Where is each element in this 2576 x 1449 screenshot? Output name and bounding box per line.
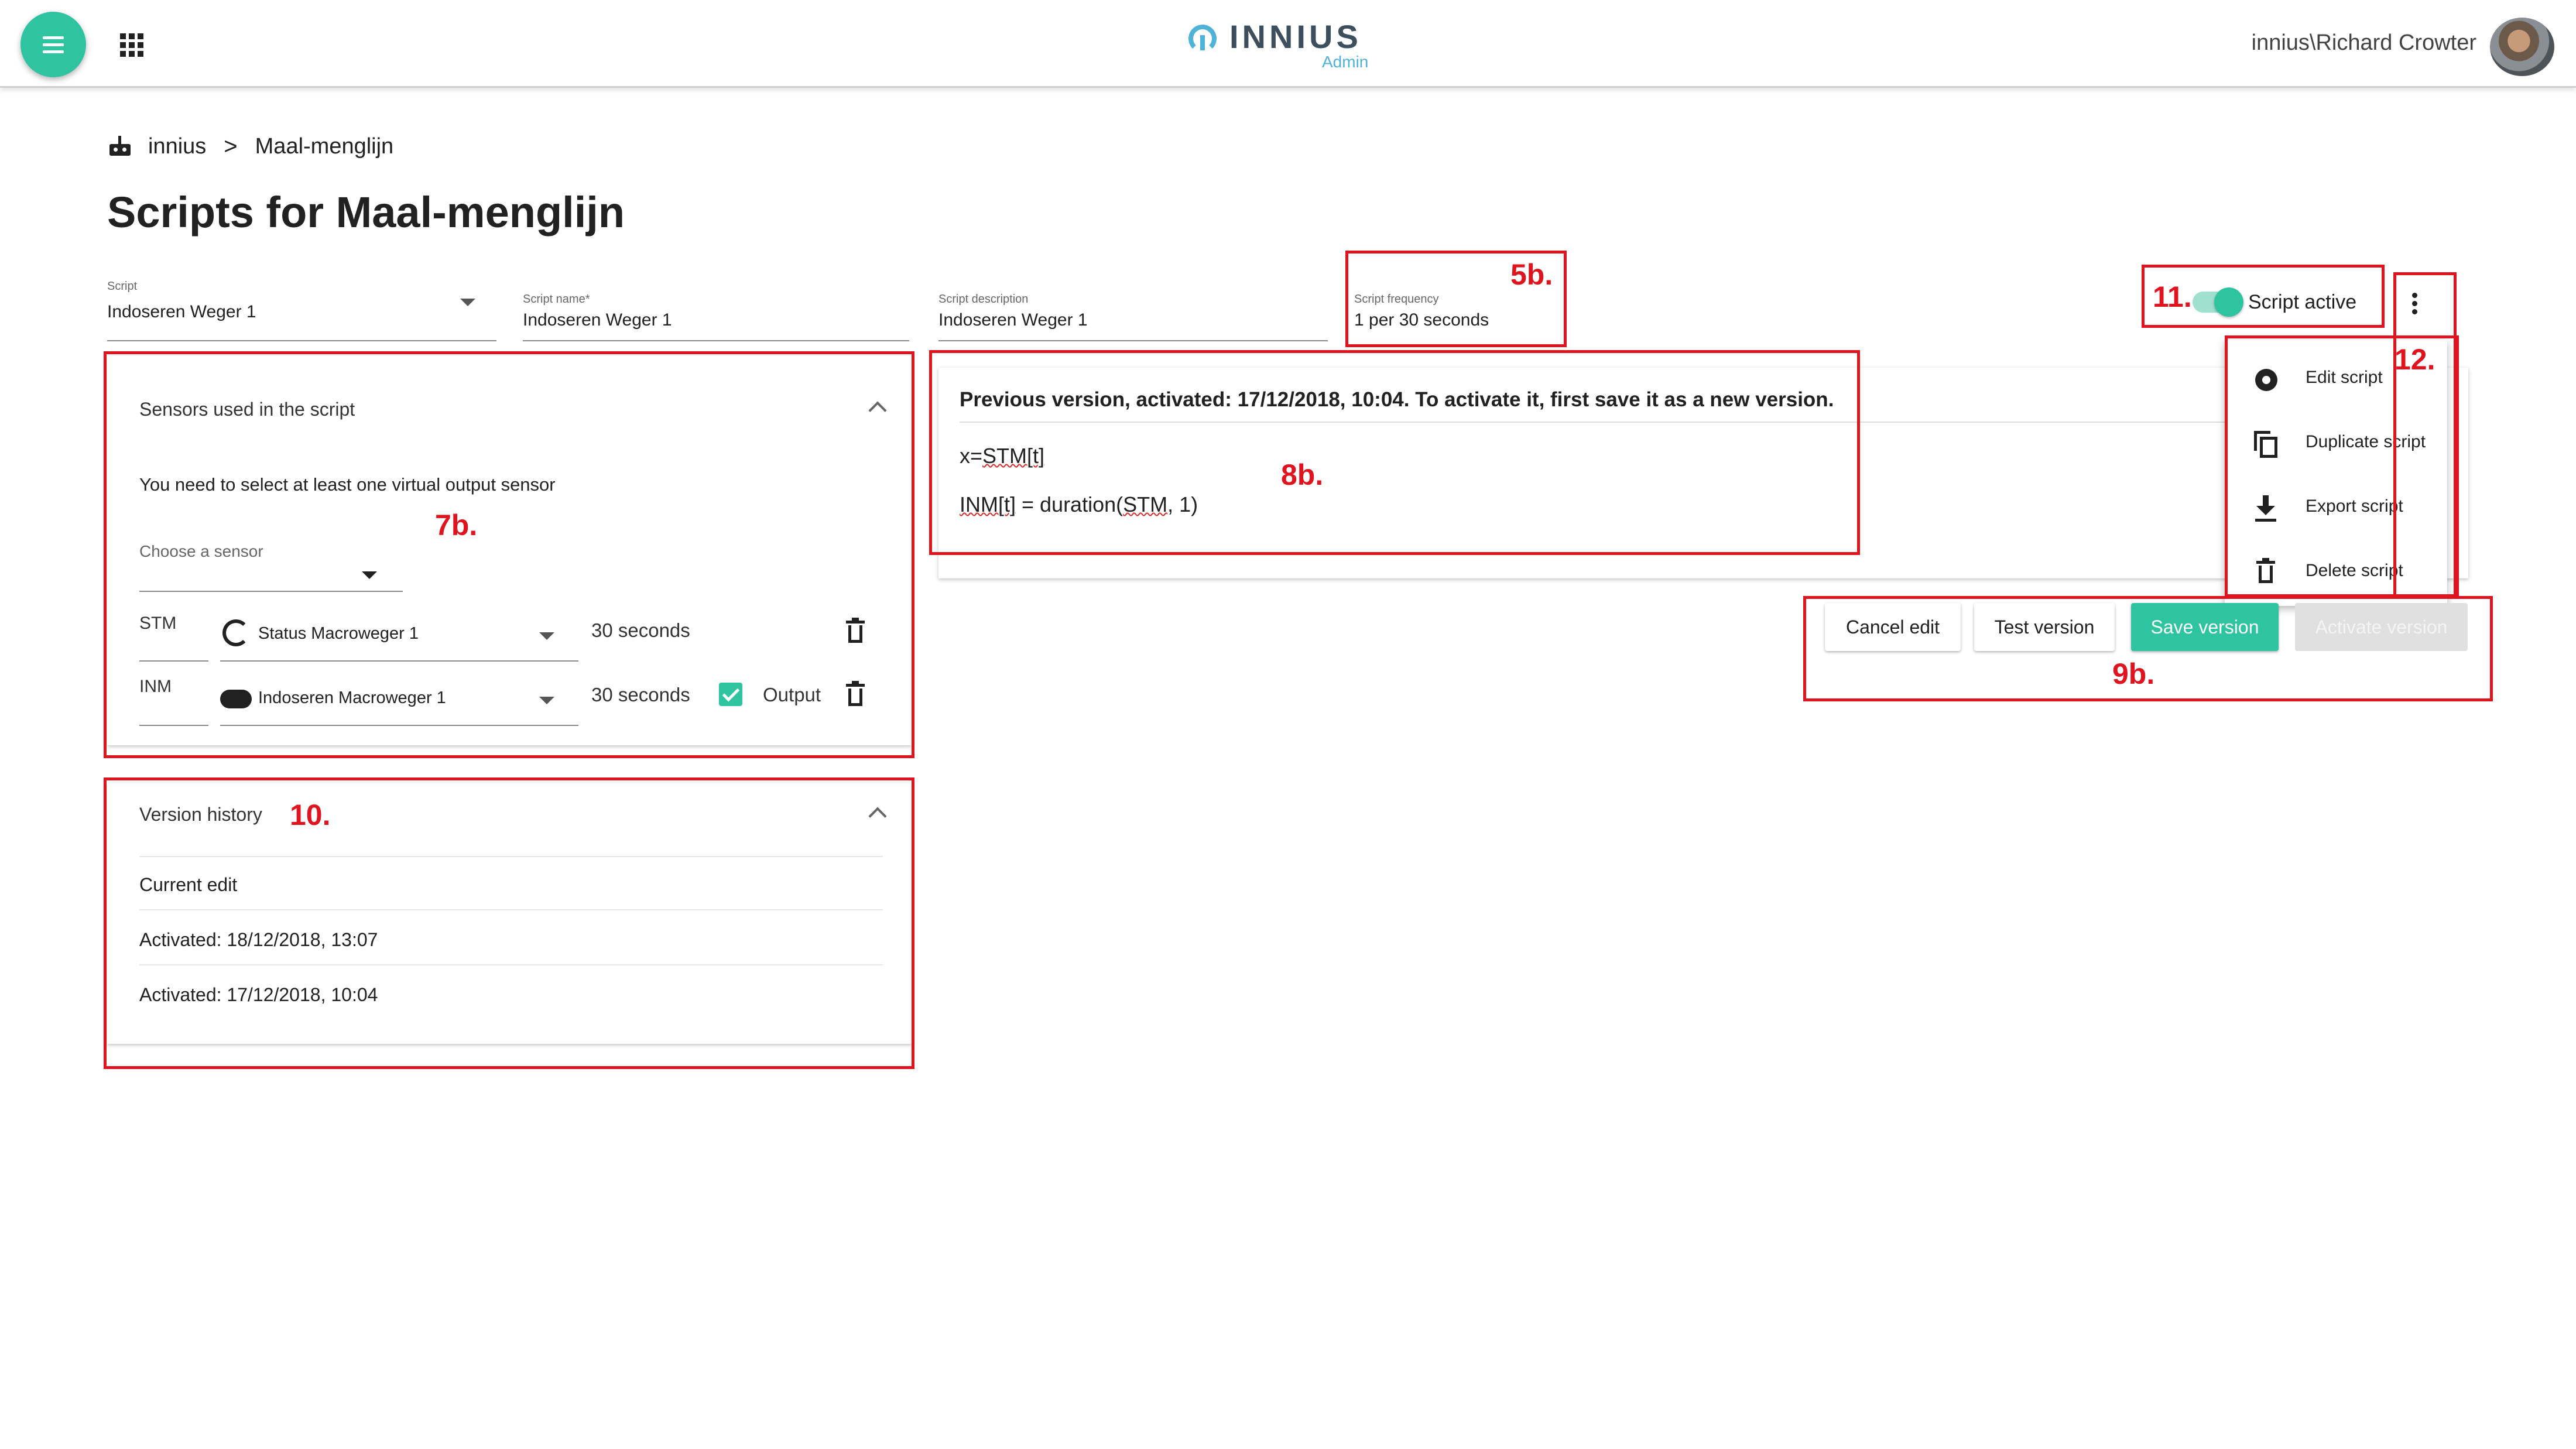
logo-mark-icon — [1188, 25, 1217, 53]
script-description-label: Script description — [938, 293, 1029, 306]
script-select[interactable]: Script Indoseren Weger 1 — [107, 280, 496, 341]
avatar[interactable] — [2490, 18, 2554, 76]
logo-sub: Admin — [1322, 53, 1369, 71]
breadcrumb-root[interactable]: innius — [148, 134, 206, 159]
annotation-box-8b — [929, 350, 1860, 555]
menu-icon[interactable] — [20, 12, 86, 77]
annotation-label-9b: 9b. — [2112, 657, 2155, 690]
breadcrumb-separator-icon: > — [224, 133, 238, 159]
annotation-label-11: 11. — [2153, 280, 2192, 313]
annotation-box-7b — [104, 351, 914, 758]
chevron-down-icon[interactable] — [460, 299, 475, 306]
apps-grid-icon[interactable] — [120, 33, 143, 57]
page-title: Scripts for Maal-menglijn — [107, 188, 625, 237]
breadcrumb: innius > Maal-menglijn — [108, 132, 393, 161]
annotation-label-5b: 5b. — [1510, 258, 1553, 291]
annotation-label-12: 12. — [2395, 343, 2435, 376]
annotation-box-10 — [104, 777, 914, 1069]
script-select-value: Indoseren Weger 1 — [107, 302, 256, 321]
script-name-field[interactable]: Script name* Indoseren Weger 1 — [523, 293, 909, 341]
logo: INNIUS Admin — [1188, 18, 1388, 71]
annotation-label-10: 10. — [290, 799, 331, 831]
top-app-bar: INNIUS Admin innius\Richard Crowter — [0, 0, 2576, 88]
username[interactable]: innius\Richard Crowter — [2252, 30, 2476, 56]
annotation-label-8b: 8b. — [1281, 458, 1324, 491]
breadcrumb-current[interactable]: Maal-menglijn — [255, 134, 394, 159]
annotation-label-7b: 7b. — [435, 509, 478, 542]
script-description-field[interactable]: Script description Indoseren Weger 1 — [938, 293, 1328, 341]
logo-name: INNIUS — [1229, 18, 1362, 55]
script-description-value: Indoseren Weger 1 — [938, 310, 1088, 330]
script-select-label: Script — [107, 280, 138, 293]
robot-icon — [108, 136, 132, 157]
script-name-label: Script name* — [523, 293, 590, 306]
script-name-value: Indoseren Weger 1 — [523, 310, 672, 330]
